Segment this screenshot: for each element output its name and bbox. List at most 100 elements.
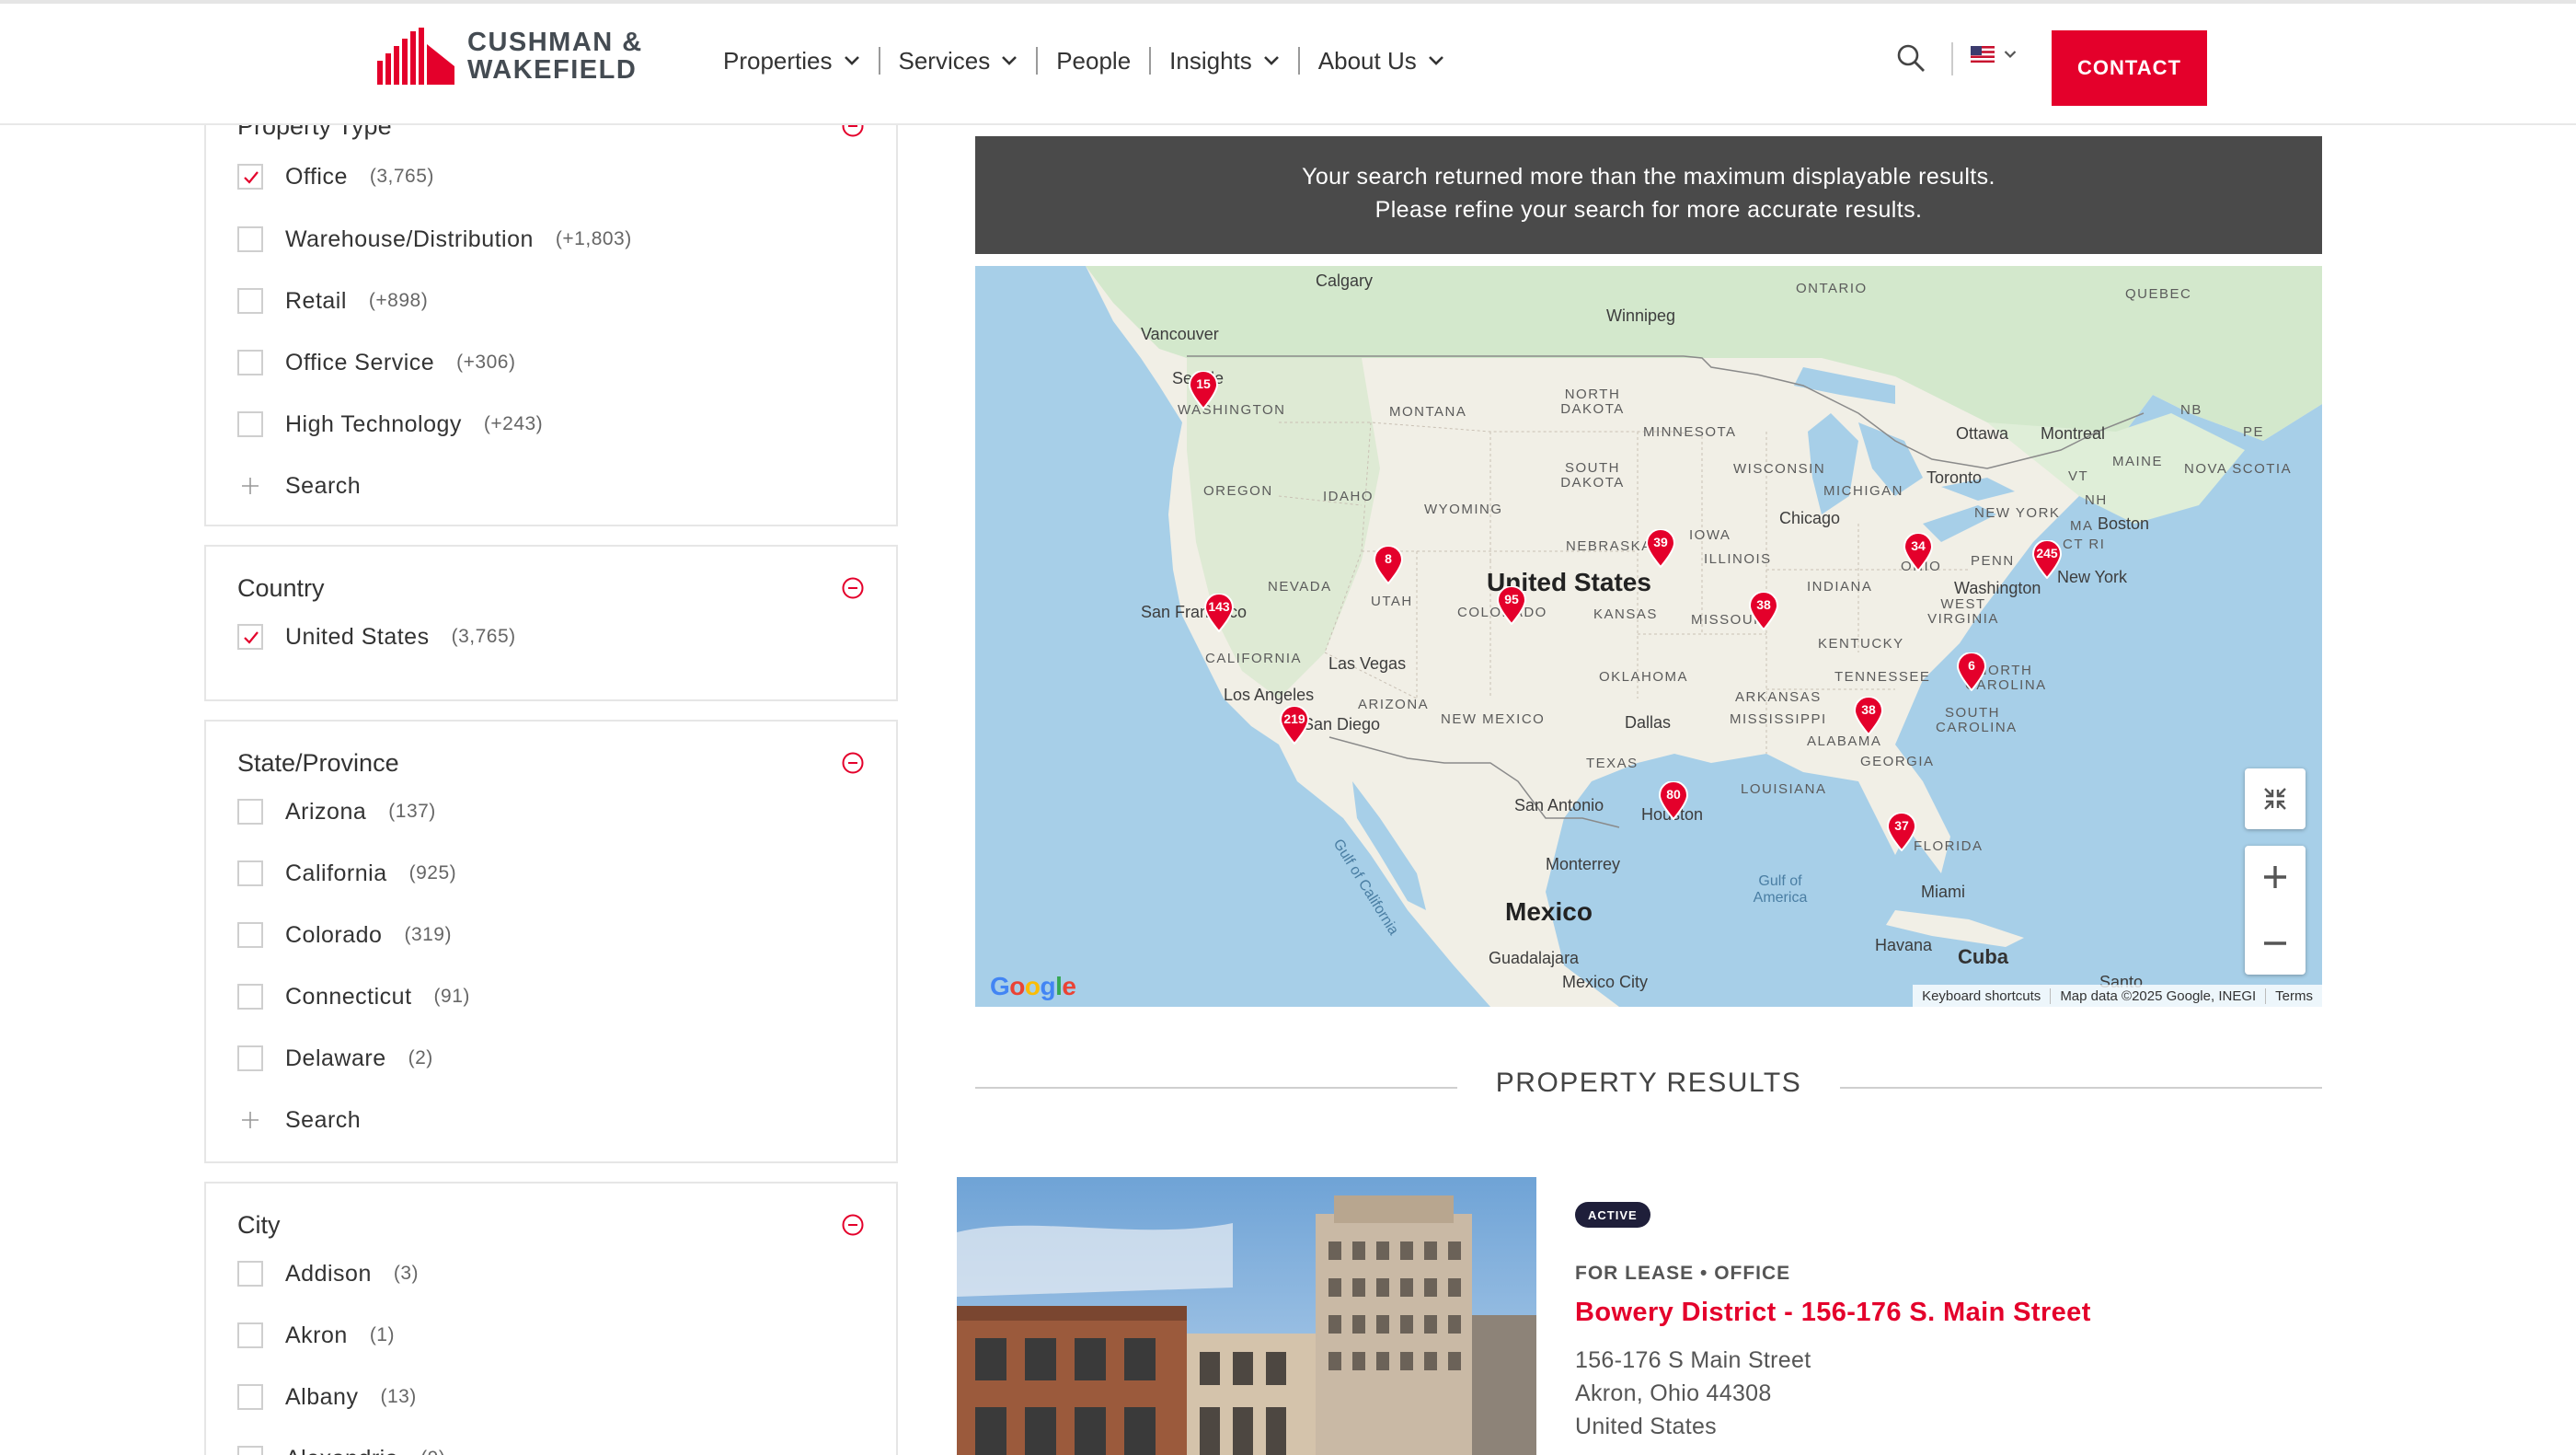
filter-option-retail[interactable]: Retail (+898): [237, 284, 428, 318]
map-label: NEW YORK: [1974, 505, 2061, 521]
filter-option-delaware[interactable]: Delaware (2): [237, 1042, 433, 1075]
map-label: INDIANA: [1807, 579, 1873, 595]
map-label: Winnipeg: [1606, 306, 1676, 325]
filter-country: Country United States (3,765): [204, 545, 898, 701]
nav-people-label: People: [1056, 46, 1132, 75]
nav-services[interactable]: Services: [880, 47, 1037, 75]
listing-type: FOR LEASE • OFFICE: [1575, 1263, 1791, 1284]
cushman-wakefield-logo[interactable]: CUSHMAN & WAKEFIELD: [377, 28, 643, 85]
option-count: (9): [420, 1448, 445, 1455]
collapse-circle-icon[interactable]: [841, 1213, 865, 1237]
filter-option-united-states[interactable]: United States (3,765): [237, 620, 516, 653]
checkbox[interactable]: [237, 288, 263, 314]
map-footer: Keyboard shortcuts Map data ©2025 Google…: [1913, 985, 2322, 1007]
checkbox[interactable]: [237, 860, 263, 886]
plus-icon: [237, 1107, 263, 1133]
filter-option-high-technology[interactable]: High Technology (+243): [237, 408, 543, 441]
checkbox[interactable]: [237, 984, 263, 1010]
keyboard-shortcuts-link[interactable]: Keyboard shortcuts: [1913, 988, 2050, 1004]
checkbox[interactable]: [237, 1322, 263, 1348]
nav-about-us[interactable]: About Us: [1300, 47, 1463, 75]
pin-count: 80: [1666, 787, 1681, 802]
option-label: Arizona: [285, 798, 367, 825]
map-label: Monterrey: [1546, 855, 1621, 873]
checkbox-checked[interactable]: [237, 624, 263, 650]
map-label: IDAHO: [1323, 489, 1374, 504]
property-image[interactable]: [957, 1177, 1536, 1455]
contact-button[interactable]: CONTACT: [2052, 30, 2207, 106]
filter-search-property-type[interactable]: Search: [237, 469, 361, 502]
address-line-1: 156-176 S Main Street: [1575, 1347, 1811, 1373]
map-label: VT: [2068, 468, 2089, 484]
checkbox[interactable]: [237, 226, 263, 252]
map-label: Chicago: [1779, 509, 1841, 527]
filter-option-arizona[interactable]: Arizona (137): [237, 795, 436, 828]
header-search-button[interactable]: [1895, 42, 1928, 75]
map-pin[interactable]: 245: [2031, 539, 2063, 580]
map-label: Gulf of America: [1753, 873, 1808, 906]
nav-properties[interactable]: Properties: [705, 47, 879, 75]
map-label: Boston: [2098, 514, 2150, 533]
address-line-3: United States: [1575, 1414, 1717, 1439]
map-pin[interactable]: 38: [1748, 591, 1779, 631]
map-pin[interactable]: 38: [1853, 696, 1884, 736]
minus-icon: [2264, 941, 2286, 945]
checkbox[interactable]: [237, 799, 263, 825]
map-pin[interactable]: 80: [1658, 780, 1689, 821]
checkbox[interactable]: [237, 1045, 263, 1071]
collapse-circle-icon[interactable]: [841, 576, 865, 600]
map-pin[interactable]: 6: [1956, 652, 1987, 692]
option-label: United States: [285, 623, 430, 650]
map-pin[interactable]: 95: [1496, 585, 1527, 626]
collapse-circle-icon[interactable]: [841, 751, 865, 775]
nav-insights[interactable]: Insights: [1151, 47, 1298, 75]
filter-option-alexandria[interactable]: Alexandria (9): [237, 1442, 445, 1455]
filter-option-office-service[interactable]: Office Service (+306): [237, 346, 515, 379]
checkbox[interactable]: [237, 411, 263, 437]
map-label: Cuba: [1958, 945, 2008, 968]
results-divider-left: [975, 1087, 1457, 1089]
nav-insights-label: Insights: [1169, 46, 1252, 75]
zoom-in-button[interactable]: [2245, 846, 2306, 908]
option-count: (3): [393, 1263, 420, 1284]
map-pin[interactable]: 15: [1188, 370, 1219, 410]
property-title-link[interactable]: Bowery District - 156-176 S. Main Street: [1575, 1298, 2091, 1328]
map-label: ONTARIO: [1796, 281, 1868, 296]
map-label: Guadalajara: [1489, 949, 1580, 967]
filter-option-akron[interactable]: Akron (1): [237, 1319, 395, 1352]
zoom-out-button[interactable]: [2245, 912, 2306, 975]
property-map[interactable]: Calgary Winnipeg ONTARIO QUEBEC QUEBEC V…: [975, 266, 2322, 1007]
nav-people[interactable]: People: [1038, 47, 1149, 75]
map-pin[interactable]: 39: [1645, 528, 1676, 569]
map-label: Las Vegas: [1328, 654, 1407, 673]
filter-option-addison[interactable]: Addison (3): [237, 1257, 419, 1290]
filter-option-office[interactable]: Office (3,765): [237, 160, 434, 193]
checkbox[interactable]: [237, 350, 263, 375]
map-label: WISCONSIN: [1733, 461, 1826, 477]
checkbox[interactable]: [237, 1446, 263, 1455]
address-line-2: Akron, Ohio 44308: [1575, 1380, 1772, 1406]
fullscreen-exit-button[interactable]: [2245, 768, 2306, 829]
pin-count: 6: [1968, 658, 1975, 673]
map-label: NEVADA: [1268, 579, 1332, 595]
checkbox[interactable]: [237, 1261, 263, 1287]
checkbox[interactable]: [237, 1384, 263, 1410]
filter-option-albany[interactable]: Albany (13): [237, 1380, 417, 1414]
map-pin[interactable]: 8: [1373, 545, 1404, 585]
checkbox-checked[interactable]: [237, 164, 263, 190]
filter-option-colorado[interactable]: Colorado (319): [237, 918, 452, 952]
filter-option-connecticut[interactable]: Connecticut (91): [237, 980, 470, 1013]
language-selector[interactable]: [1971, 46, 2017, 63]
map-pin[interactable]: 37: [1886, 812, 1917, 852]
checkbox[interactable]: [237, 922, 263, 948]
filter-search-state[interactable]: Search: [237, 1103, 361, 1137]
map-label: MONTANA: [1389, 404, 1467, 420]
terms-link[interactable]: Terms: [2265, 987, 2322, 1004]
status-badge: ACTIVE: [1575, 1202, 1650, 1228]
filter-option-warehouse[interactable]: Warehouse/Distribution (+1,803): [237, 223, 632, 256]
filter-option-california[interactable]: California (925): [237, 857, 456, 890]
map-pin[interactable]: 143: [1203, 593, 1235, 633]
google-logo: Google: [990, 972, 1076, 1000]
map-pin[interactable]: 219: [1279, 705, 1310, 745]
map-pin[interactable]: 34: [1903, 532, 1934, 572]
